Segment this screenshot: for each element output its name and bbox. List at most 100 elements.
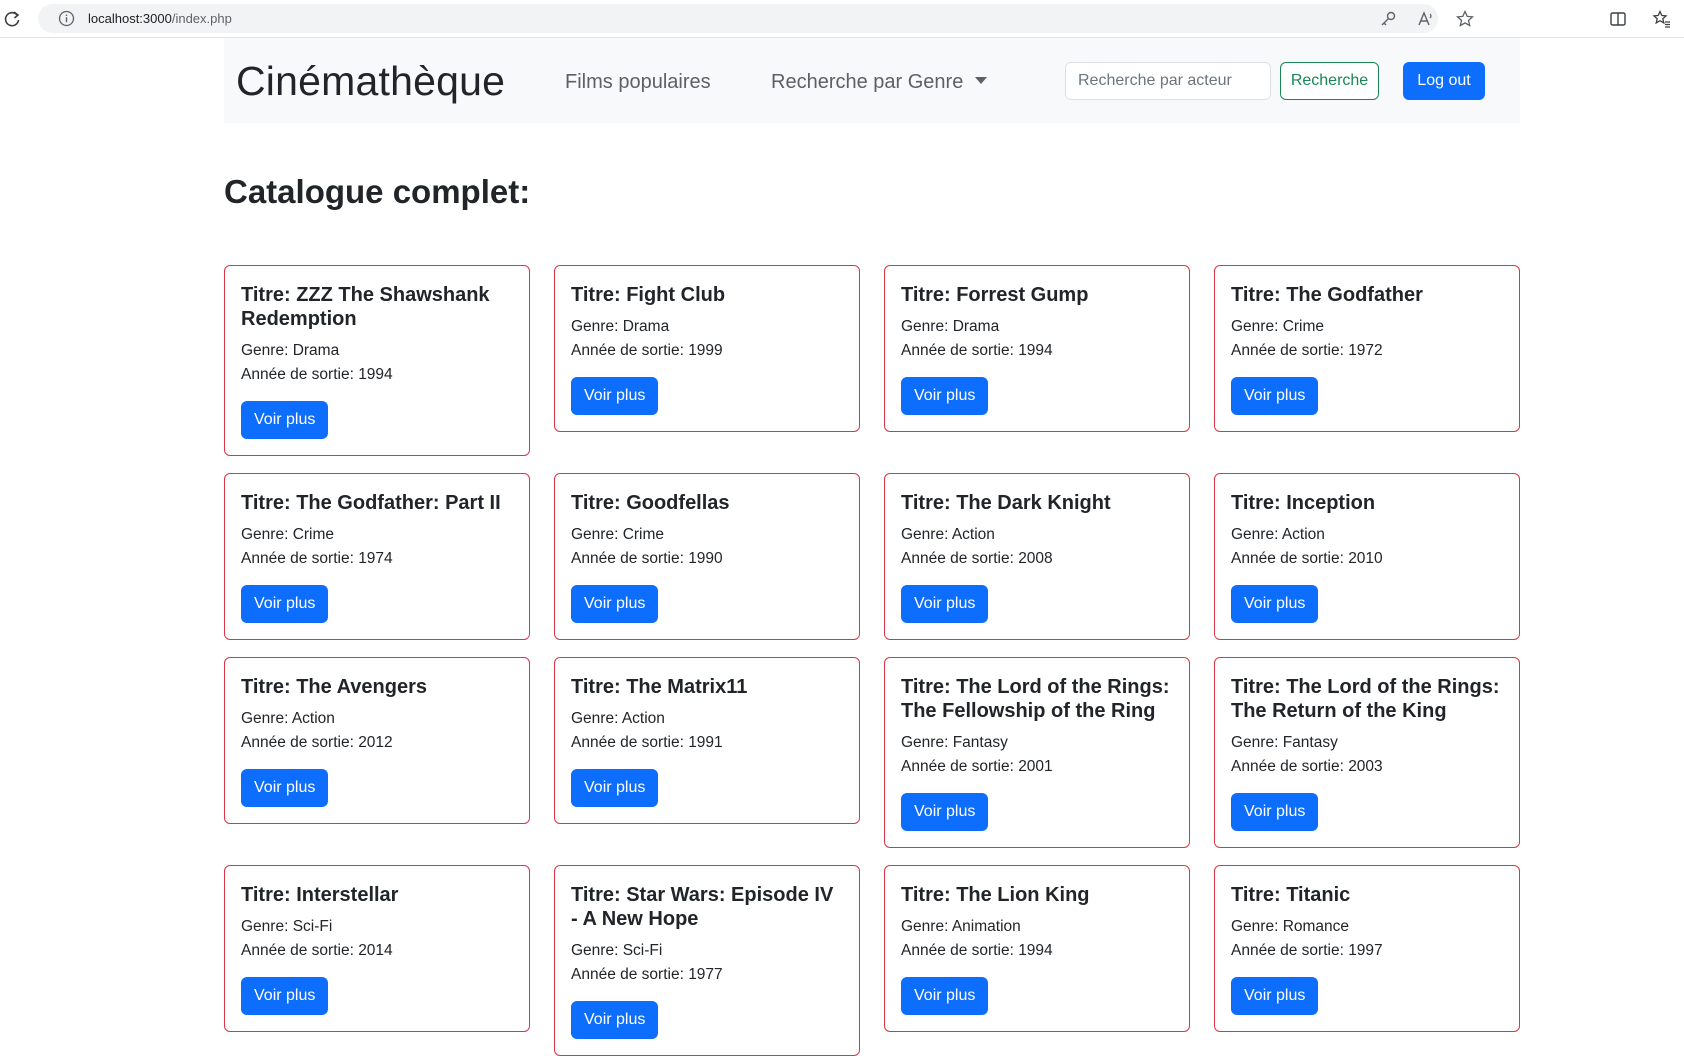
film-genre: Genre: Fantasy <box>901 734 1008 751</box>
film-title: Titre: The Lord of the Rings: The Fellow… <box>901 676 1170 722</box>
film-card: Titre: The Lion King Genre: Animation Anné… <box>884 865 1190 1032</box>
genre-dropdown-label: Recherche par Genre <box>771 71 964 93</box>
film-year: Année de sortie: 1990 <box>571 550 723 567</box>
film-genre: Genre: Drama <box>571 318 670 335</box>
film-card: Titre: Goodfellas Genre: Crime Année de so… <box>554 473 860 640</box>
film-title: Titre: The Matrix11 <box>571 676 748 698</box>
film-title: Titre: Interstellar <box>241 884 399 906</box>
film-card: Titre: ZZZ The Shawshank Redemption Genre… <box>224 265 530 456</box>
browser-toolbar: localhost:3000/index.php <box>0 0 1684 38</box>
address-bar[interactable]: localhost:3000/index.php <box>38 4 1475 33</box>
voir-plus-button[interactable]: Voir plus <box>901 977 989 1015</box>
url-text[interactable]: localhost:3000/index.php <box>88 11 232 26</box>
film-card: Titre: Titanic Genre: Romance Année de sor… <box>1214 865 1520 1032</box>
film-year: Année de sortie: 1994 <box>901 342 1053 359</box>
search-button[interactable]: Recherche <box>1280 62 1379 100</box>
voir-plus-button[interactable]: Voir plus <box>901 377 989 415</box>
film-title: Titre: Inception <box>1231 492 1376 514</box>
film-title: Titre: Titanic <box>1231 884 1351 906</box>
film-year: Année de sortie: 2003 <box>1231 758 1383 775</box>
brand-logo[interactable]: Cinémathèque <box>236 58 505 105</box>
film-genre: Genre: Action <box>241 710 335 727</box>
film-title: Titre: ZZZ The Shawshank Redemption <box>241 284 490 330</box>
film-title: Titre: The Dark Knight <box>901 492 1111 514</box>
film-card: Titre: Interstellar Genre: Sci-Fi Année de… <box>224 865 530 1032</box>
page-title: Catalogue complet: <box>224 173 531 210</box>
film-genre: Genre: Action <box>1231 526 1325 543</box>
film-genre: Genre: Sci-Fi <box>571 942 663 959</box>
reload-icon[interactable] <box>2 9 22 29</box>
voir-plus-button[interactable]: Voir plus <box>1231 793 1319 831</box>
film-card: Titre: The Lord of the Rings: The Return… <box>1214 657 1520 848</box>
film-card: Titre: The Dark Knight Genre: Action Année… <box>884 473 1190 640</box>
film-genre: Genre: Sci-Fi <box>241 918 333 935</box>
film-title: Titre: The Lion King <box>901 884 1090 906</box>
film-genre: Genre: Romance <box>1231 918 1350 935</box>
film-year: Année de sortie: 1997 <box>1231 942 1383 959</box>
film-year: Année de sortie: 1977 <box>571 966 723 983</box>
logout-button[interactable]: Log out <box>1403 62 1485 100</box>
url-path: /index.php <box>171 11 232 26</box>
split-screen-icon[interactable] <box>1608 9 1628 29</box>
voir-plus-button[interactable]: Voir plus <box>901 585 989 623</box>
film-year: Année de sortie: 2014 <box>241 942 393 959</box>
film-year: Année de sortie: 2008 <box>901 550 1053 567</box>
film-genre: Genre: Drama <box>241 342 340 359</box>
voir-plus-button[interactable]: Voir plus <box>1231 977 1319 1015</box>
film-title: Titre: The Lord of the Rings: The Return… <box>1231 676 1500 722</box>
film-card: Titre: Inception Genre: Action Année de so… <box>1214 473 1520 640</box>
voir-plus-button[interactable]: Voir plus <box>571 1001 659 1039</box>
film-genre: Genre: Action <box>571 710 665 727</box>
film-card: Titre: The Lord of the Rings: The Fellow… <box>884 657 1190 848</box>
film-genre: Genre: Action <box>901 526 995 543</box>
film-title: Titre: Forrest Gump <box>901 284 1089 306</box>
film-genre: Genre: Crime <box>571 526 665 543</box>
nav-popular-films[interactable]: Films populaires <box>565 71 711 94</box>
url-host: localhost:3000 <box>88 11 172 26</box>
film-year: Année de sortie: 1972 <box>1231 342 1383 359</box>
film-year: Année de sortie: 1994 <box>901 942 1053 959</box>
film-title: Titre: Star Wars: Episode IV - A New Hop… <box>571 884 834 930</box>
voir-plus-button[interactable]: Voir plus <box>571 769 659 807</box>
film-card: Titre: The Matrix11 Genre: Action Année de… <box>554 657 860 824</box>
info-icon[interactable] <box>58 10 75 27</box>
film-year: Année de sortie: 1991 <box>571 734 723 751</box>
voir-plus-button[interactable]: Voir plus <box>241 769 329 807</box>
voir-plus-button[interactable]: Voir plus <box>241 585 329 623</box>
film-title: Titre: The Godfather <box>1231 284 1423 306</box>
film-card: Titre: The Godfather: Part II Genre: Crim… <box>224 473 530 640</box>
film-title: Titre: The Avengers <box>241 676 427 698</box>
film-card: Titre: Star Wars: Episode IV - A New Hop… <box>554 865 860 1056</box>
voir-plus-button[interactable]: Voir plus <box>1231 585 1319 623</box>
favorite-star-icon[interactable] <box>1455 9 1475 29</box>
voir-plus-button[interactable]: Voir plus <box>901 793 989 831</box>
film-card: Titre: Fight Club Genre: Drama Année de so… <box>554 265 860 432</box>
actor-search-input[interactable] <box>1065 62 1271 100</box>
voir-plus-button[interactable]: Voir plus <box>571 585 659 623</box>
voir-plus-button[interactable]: Voir plus <box>571 377 659 415</box>
film-genre: Genre: Drama <box>901 318 1000 335</box>
caret-down-icon <box>975 77 988 84</box>
favorites-icon[interactable] <box>1652 9 1672 29</box>
film-genre: Genre: Animation <box>901 918 1021 935</box>
film-year: Année de sortie: 2012 <box>241 734 393 751</box>
film-card: Titre: The Avengers Genre: Action Année de… <box>224 657 530 824</box>
film-title: Titre: Fight Club <box>571 284 726 306</box>
voir-plus-button[interactable]: Voir plus <box>241 977 329 1015</box>
film-year: Année de sortie: 1974 <box>241 550 393 567</box>
voir-plus-button[interactable]: Voir plus <box>1231 377 1319 415</box>
voir-plus-button[interactable]: Voir plus <box>241 401 329 439</box>
film-year: Année de sortie: 1994 <box>241 366 393 383</box>
film-year: Année de sortie: 2010 <box>1231 550 1383 567</box>
film-card: Titre: Forrest Gump Genre: Drama Année de … <box>884 265 1190 432</box>
film-genre: Genre: Fantasy <box>1231 734 1338 751</box>
navbar: Cinémathèque Films populaires Recherche … <box>224 38 1520 123</box>
film-genre: Genre: Crime <box>1231 318 1325 335</box>
key-icon[interactable] <box>1378 9 1398 29</box>
film-genre: Genre: Crime <box>241 526 335 543</box>
genre-dropdown[interactable]: Recherche par Genre <box>771 71 988 94</box>
film-year: Année de sortie: 1999 <box>571 342 723 359</box>
read-aloud-icon[interactable] <box>1416 9 1436 29</box>
film-title: Titre: The Godfather: Part II <box>241 492 501 514</box>
film-card: Titre: The Godfather Genre: Crime Année de… <box>1214 265 1520 432</box>
